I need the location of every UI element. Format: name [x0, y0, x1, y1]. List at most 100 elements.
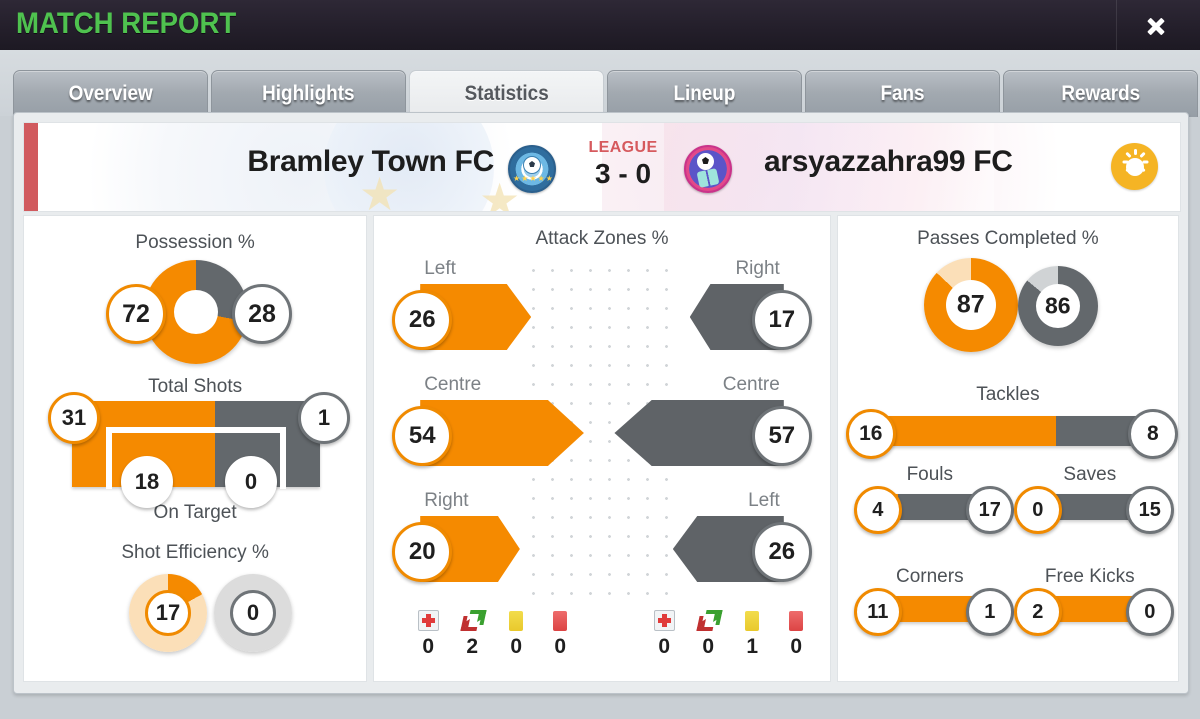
fouls-widget: Fouls 4 17: [850, 464, 1014, 534]
away-event-red-cards: 0: [784, 601, 808, 659]
close-button[interactable]: [1134, 8, 1178, 44]
tackles-bar: [865, 416, 1152, 446]
red-card-icon: [548, 601, 572, 631]
attack-zone-home-label: Left: [424, 258, 456, 279]
stats-column-middle: Attack Zones % Left Right 26 17 Centre C…: [373, 215, 831, 682]
shot-efficiency-title: Shot Efficiency %: [121, 542, 269, 563]
passes-completed-home-value: 87: [956, 290, 985, 319]
away-event-yellow-cards: 1: [740, 601, 764, 659]
tab-label: Fans: [880, 82, 925, 105]
attack-zone-row: Left Right 26 17: [374, 258, 830, 368]
possession-widget: Possession % 72 28: [24, 232, 366, 392]
possession-home-value: 72: [106, 284, 166, 344]
yellow-card-icon: [740, 601, 764, 631]
attack-zone-home-label: Right: [424, 490, 469, 511]
stats-columns: Possession % 72 28 Total Shots 31 1 18 0…: [23, 215, 1179, 682]
free-kicks-away-value: 0: [1125, 588, 1174, 636]
tab-overview[interactable]: Overview: [13, 70, 208, 117]
attack-zone-row: Right Left 20 26: [374, 490, 830, 600]
yellow-card-icon: [504, 601, 528, 631]
page-title: MATCH REPORT: [16, 7, 237, 40]
sun-ray: [1133, 148, 1137, 155]
attack-zone-home-value: 26: [392, 290, 453, 350]
saves-away-value: 15: [1125, 486, 1174, 534]
corners-away-value: 1: [965, 588, 1014, 636]
tab-label: Lineup: [673, 82, 736, 105]
possession-away-value: 28: [232, 284, 292, 344]
free-kicks-home-value: 2: [1013, 588, 1062, 636]
sun-ray: [1138, 165, 1146, 172]
tab-statistics[interactable]: Statistics: [409, 70, 604, 117]
close-icon: [1144, 14, 1168, 38]
home-team-name: Bramley Town FC: [247, 145, 494, 178]
event-count: 0: [510, 635, 523, 658]
attack-zone-away-label: Left: [748, 490, 780, 511]
stats-column-left: Possession % 72 28 Total Shots 31 1 18 0…: [23, 215, 368, 682]
corners-title: Corners: [896, 566, 964, 587]
event-count: 0: [422, 635, 435, 658]
tackles-title: Tackles: [976, 384, 1040, 405]
total-shots-bar: [72, 401, 320, 489]
shot-efficiency-away-value: 0: [246, 600, 260, 625]
passes-completed-title: Passes Completed %: [917, 228, 1099, 249]
tab-strip: Overview Highlights Statistics Lineup Fa…: [0, 50, 1200, 117]
competition-block: LEAGUE 3 - 0: [580, 139, 666, 190]
saves-title: Saves: [1063, 464, 1117, 485]
sun-ray: [1133, 168, 1137, 175]
event-count: 0: [554, 635, 567, 658]
away-event-injuries: 0: [652, 601, 676, 659]
tab-label: Statistics: [464, 82, 549, 105]
soccer-ball-icon: [697, 153, 714, 170]
tab-label: Highlights: [262, 82, 355, 105]
competition-label: LEAGUE: [588, 139, 658, 156]
free-kicks-widget: Free Kicks 2 0: [1010, 566, 1174, 636]
injury-icon: [416, 601, 440, 631]
shot-efficiency-home-donut: 17: [129, 574, 207, 652]
attack-zone-away-value: 17: [751, 290, 812, 350]
corners-widget: Corners 11 1: [850, 566, 1014, 636]
event-count: 0: [658, 635, 671, 658]
match-report-window: MATCH REPORT Overview Highlights Statist…: [0, 0, 1200, 719]
tackles-widget: Tackles 16 8: [838, 384, 1178, 459]
corners-home-value: 11: [853, 588, 902, 636]
donut-hole: [174, 290, 218, 334]
fouls-home-value: 4: [853, 486, 902, 534]
home-event-yellow-cards: 0: [504, 601, 528, 659]
tab-rewards[interactable]: Rewards: [1003, 70, 1198, 117]
home-events-group: 0 2 0 0: [416, 601, 572, 659]
shot-efficiency-widget: Shot Efficiency % 17 0: [24, 542, 366, 682]
attack-zone-home-value: 20: [392, 522, 453, 582]
home-event-red-cards: 0: [548, 601, 572, 659]
soccer-ball-icon: [523, 156, 541, 174]
event-count: 0: [790, 635, 803, 658]
window-titlebar: MATCH REPORT: [0, 0, 1200, 50]
passes-completed-home-donut: 87: [923, 258, 1018, 352]
attack-zones-title: Attack Zones %: [535, 228, 669, 249]
event-count: 2: [466, 635, 479, 658]
away-team-name: arsyazzahra99 FC: [764, 145, 1013, 178]
home-event-substitutions: 2: [460, 601, 487, 659]
scoreline-banner: ★ ★ Bramley Town FC ★★★★★ LEAGUE 3 - 0 a…: [23, 122, 1181, 212]
crest-legs: [696, 168, 720, 188]
shot-efficiency-away-donut: 0: [214, 574, 292, 652]
attack-zone-away-label: Centre: [722, 374, 780, 395]
saves-widget: Saves 0 15: [1010, 464, 1174, 534]
tab-fans[interactable]: Fans: [805, 70, 1000, 117]
tab-lineup[interactable]: Lineup: [607, 70, 802, 117]
attack-zone-home-label: Centre: [424, 374, 482, 395]
home-accent-bar: [24, 123, 38, 211]
event-count: 0: [702, 635, 715, 658]
injury-icon: [652, 601, 676, 631]
fouls-title: Fouls: [906, 464, 954, 485]
shot-efficiency-home-value: 17: [155, 600, 181, 625]
away-event-substitutions: 0: [696, 601, 723, 659]
tab-label: Overview: [68, 82, 153, 105]
away-events-group: 0 0 1 0: [652, 601, 808, 659]
sun-ray: [1122, 160, 1128, 163]
tab-highlights[interactable]: Highlights: [211, 70, 406, 117]
passes-completed-away-donut: 86: [1017, 266, 1098, 346]
away-team-crest-icon: [684, 145, 732, 193]
substitution-icon: [460, 601, 487, 631]
tackles-away-value: 8: [1127, 409, 1178, 459]
total-shots-widget: Total Shots 31 1 18 0 On Target: [24, 376, 366, 566]
